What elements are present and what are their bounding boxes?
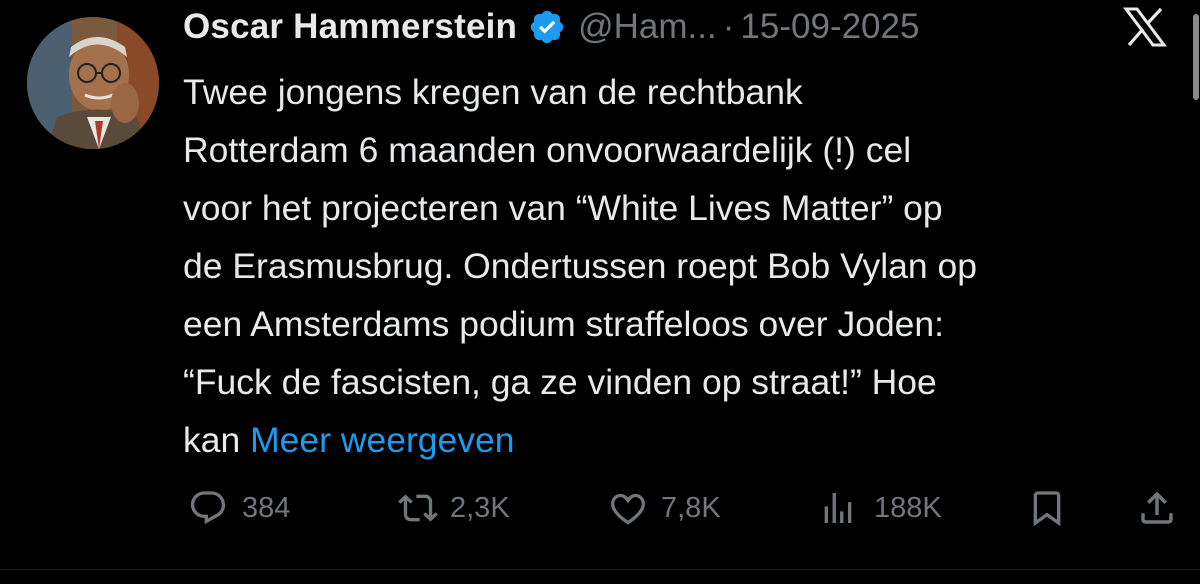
tweet-line: de Erasmusbrug. Ondertussen roept Bob Vy…: [183, 246, 977, 286]
separator-dot: ·: [722, 7, 735, 46]
repost-button[interactable]: 2,3K: [396, 478, 510, 538]
avatar[interactable]: [27, 17, 159, 149]
share-icon: [1141, 491, 1173, 524]
tweet-line-prefix: kan: [183, 420, 251, 460]
bookmark-button[interactable]: [1027, 478, 1067, 538]
tweet-line: voor het projecteren van “White Lives Ma…: [183, 188, 943, 228]
reply-button[interactable]: 384: [188, 478, 290, 538]
tweet-line: “Fuck de fascisten, ga ze vinden op stra…: [183, 362, 937, 402]
verified-badge-icon: [528, 8, 566, 46]
like-button[interactable]: 7,8K: [607, 478, 721, 538]
repost-count: 2,3K: [450, 491, 510, 524]
show-more-link[interactable]: Meer weergeven: [250, 420, 514, 460]
tweet-line: Twee jongens kregen van de rechtbank: [183, 72, 803, 112]
bookmark-icon: [1033, 491, 1061, 527]
divider: [0, 569, 1200, 570]
share-button[interactable]: [1136, 478, 1178, 538]
action-bar: 384 2,3K 7,8K 188K: [0, 478, 1200, 538]
x-logo-icon[interactable]: [1123, 7, 1167, 47]
tweet-header: Oscar Hammerstein @Ham... · 15-09-2025: [183, 4, 1183, 50]
tweet-line: Rotterdam 6 maanden onvoorwaardelijk (!)…: [183, 130, 912, 170]
views-button[interactable]: 188K: [818, 478, 942, 538]
tweet-line: een Amsterdams podium straffeloos over J…: [183, 304, 945, 344]
author-name[interactable]: Oscar Hammerstein: [183, 7, 517, 47]
tweet-date[interactable]: 15-09-2025: [740, 7, 919, 47]
repost-icon: [398, 494, 438, 522]
tweet-text: Twee jongens kregen van de rechtbank Rot…: [183, 63, 1173, 469]
tweet-line-last: kan Meer weergeven: [183, 411, 1173, 469]
scrollbar[interactable]: [1190, 0, 1200, 584]
avatar-photo: [27, 17, 159, 149]
reply-count: 384: [242, 491, 291, 524]
views-chart-icon: [824, 493, 852, 523]
views-count: 188K: [874, 491, 942, 524]
author-handle[interactable]: @Ham...: [578, 7, 717, 47]
heart-icon: [611, 493, 645, 525]
like-count: 7,8K: [661, 491, 721, 524]
scrollbar-thumb[interactable]: [1193, 14, 1199, 100]
reply-icon: [190, 491, 226, 525]
